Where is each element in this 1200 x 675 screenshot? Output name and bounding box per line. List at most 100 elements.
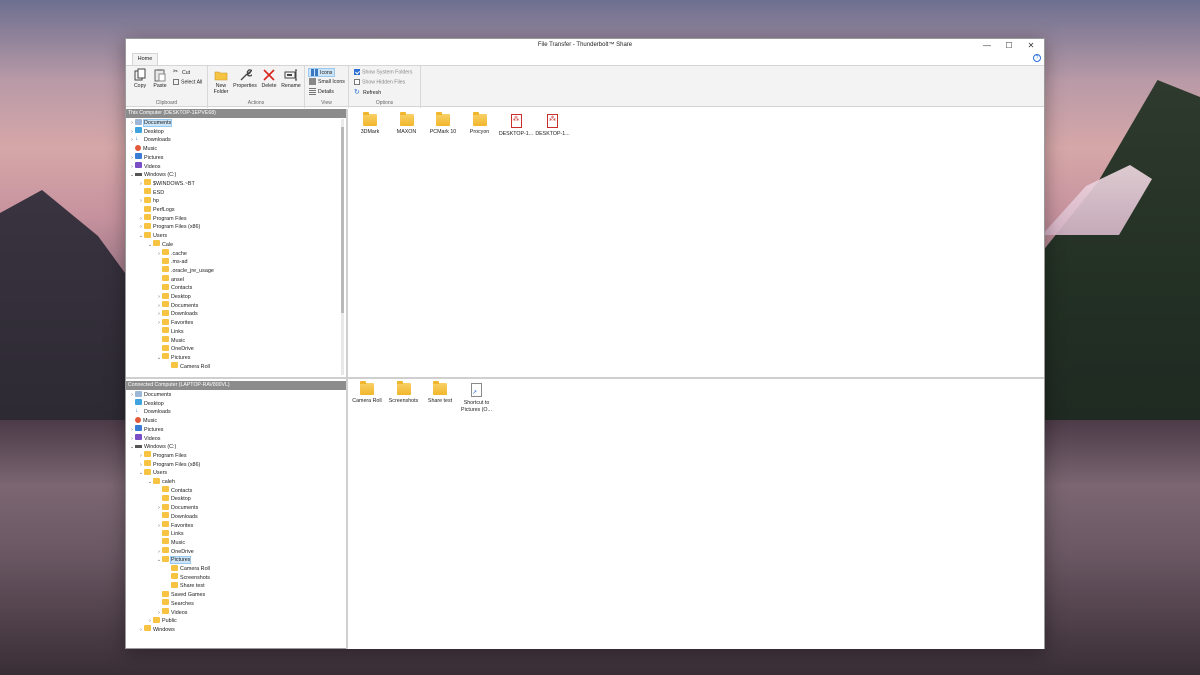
tree-item[interactable]: › Documents — [126, 391, 171, 400]
file-item[interactable]: Shortcut to Pictures (O... — [459, 383, 495, 413]
connected-computer-file-view[interactable]: Camera Roll Screenshots Share test Shortcut… — [348, 379, 1044, 649]
tree-item-label: Videos — [144, 435, 161, 442]
tree-item[interactable]: › .cache — [126, 249, 187, 259]
refresh-button[interactable]: ↻ Refresh — [354, 89, 381, 96]
file-item[interactable]: DESKTOP-1... — [535, 114, 571, 138]
folder-icon — [162, 275, 169, 282]
tree-item[interactable]: ⌄ Windows (C:) — [126, 171, 176, 180]
folder-icon — [162, 521, 169, 528]
tree-item[interactable]: Links — [126, 327, 184, 337]
folder-icon — [162, 538, 169, 545]
tree-item[interactable]: › Pictures — [126, 153, 163, 163]
file-item[interactable]: PCMark 10 — [425, 112, 461, 136]
file-item[interactable]: 3DMark — [352, 112, 388, 136]
tree-item[interactable]: › Windows — [126, 625, 175, 635]
maximize-button[interactable]: ☐ — [998, 40, 1020, 52]
rename-button[interactable]: Rename — [280, 68, 302, 89]
tree-item[interactable]: ⌄ Pictures — [126, 555, 192, 565]
cut-label: Cut — [182, 69, 191, 76]
tree-item[interactable]: › Desktop — [126, 127, 164, 137]
tree-item[interactable]: ansel — [126, 275, 184, 285]
tree-item[interactable]: .oracle_jre_usage — [126, 266, 214, 276]
new-folder-icon — [214, 71, 228, 81]
close-button[interactable]: ✕ — [1020, 40, 1042, 52]
file-item[interactable]: DESKTOP-1... — [498, 114, 534, 138]
tree-item[interactable]: Music — [126, 538, 185, 548]
tree-item[interactable]: › Videos — [126, 162, 160, 172]
tree-item[interactable]: Contacts — [126, 486, 192, 496]
show-system-folders-checkbox[interactable]: Show System Folders — [354, 69, 412, 75]
select-all-button[interactable]: Select All — [173, 79, 202, 85]
help-icon[interactable]: ? — [1033, 54, 1041, 62]
file-item[interactable]: Screenshots — [386, 381, 422, 405]
tree-item[interactable]: › ↓ Downloads — [126, 136, 171, 145]
tree-item[interactable]: Links — [126, 529, 184, 539]
tree-item[interactable]: › Pictures — [126, 425, 163, 435]
cut-button[interactable]: ✂ Cut — [173, 69, 190, 76]
folder-icon — [162, 608, 169, 615]
folder-icon — [396, 381, 411, 395]
minimize-button[interactable]: — — [976, 40, 998, 52]
tree-item[interactable]: .ms-ad — [126, 257, 187, 267]
tree-item[interactable]: › Videos — [126, 434, 161, 444]
tree-item-label: Downloads — [144, 137, 171, 144]
tree-item[interactable]: › Downloads — [126, 309, 198, 319]
copy-button[interactable]: Copy — [131, 68, 149, 89]
properties-button[interactable]: Properties — [232, 68, 258, 89]
folder-icon — [433, 381, 447, 395]
tree-item[interactable]: Desktop — [126, 494, 191, 504]
file-item-label: Camera Roll — [352, 398, 382, 404]
this-computer-tree-scrollbar[interactable] — [341, 119, 344, 375]
tree-item[interactable]: ESD — [126, 188, 164, 198]
tree-item[interactable]: ↓ Downloads — [126, 408, 171, 417]
file-item[interactable]: Camera Roll — [349, 381, 385, 405]
tree-item[interactable]: Searches — [126, 599, 194, 609]
delete-button[interactable]: Delete — [259, 68, 279, 89]
tree-item[interactable]: Share test — [126, 581, 205, 591]
tree-item[interactable]: › Favorites — [126, 318, 194, 328]
tree-item[interactable]: ⌄ Users — [126, 231, 167, 241]
tree-item[interactable]: ⌄ Windows (C:) — [126, 443, 176, 452]
view-small-icons-button[interactable]: Small Icons — [309, 78, 345, 85]
tree-item[interactable]: ⌄ Pictures — [126, 353, 190, 363]
tree-item[interactable]: OneDrive — [126, 344, 194, 354]
tree-item[interactable]: › Program Files (x86) — [126, 222, 200, 232]
tab-home[interactable]: Home — [132, 53, 158, 65]
tree-item[interactable]: › Documents — [126, 119, 173, 128]
tree-item[interactable]: Screenshots — [126, 573, 210, 583]
tree-item[interactable]: › Public — [126, 616, 177, 626]
tree-item[interactable]: › Program Files — [126, 451, 187, 461]
view-details-button[interactable]: Details — [309, 88, 334, 95]
tree-item[interactable]: › $WINDOWS.~BT — [126, 179, 195, 189]
file-item[interactable]: Procyon — [462, 112, 498, 136]
file-item-label: PCMark 10 — [429, 129, 457, 135]
tree-item[interactable]: › Videos — [126, 608, 187, 618]
new-folder-button[interactable]: New Folder — [211, 68, 231, 95]
this-computer-tree[interactable]: › Documents › Desktop › ↓ Downloads Music › Pictu… — [126, 119, 340, 375]
show-hidden-files-checkbox[interactable]: Show Hidden Files — [354, 79, 405, 85]
tree-item-label: Favorites — [171, 320, 194, 327]
view-icons-button[interactable]: Icons — [308, 68, 336, 77]
file-item[interactable]: Share test — [422, 381, 458, 405]
tree-item[interactable]: › hp — [126, 196, 159, 206]
tree-item[interactable]: Music — [126, 336, 185, 346]
tree-item[interactable]: Desktop — [126, 399, 164, 409]
title-bar[interactable]: File Transfer - Thunderbolt™ Share — ☐ ✕ — [126, 39, 1044, 53]
folder-icon — [399, 112, 414, 126]
this-computer-file-view[interactable]: 3DMark MAXON PCMark 10 Procyon DESKTOP-1...D… — [348, 109, 1044, 377]
tree-item[interactable]: ⌄ Users — [126, 468, 167, 478]
tree-item[interactable]: › Favorites — [126, 521, 193, 531]
refresh-icon: ↻ — [354, 89, 360, 96]
tree-item[interactable]: Camera Roll — [126, 362, 210, 372]
connected-computer-tree[interactable]: › Documents Desktop ↓ Downloads Music › Picture… — [126, 391, 344, 647]
tree-item[interactable]: › Desktop — [126, 292, 191, 302]
scroll-thumb[interactable] — [341, 127, 344, 313]
tree-item[interactable]: Camera Roll — [126, 564, 210, 574]
tree-item[interactable]: › Program Files (x86) — [126, 460, 200, 470]
tree-item[interactable]: Contacts — [126, 283, 192, 293]
file-item[interactable]: MAXON — [389, 112, 425, 136]
paste-button[interactable]: Paste — [151, 68, 169, 89]
wallpaper-mountain-right — [1030, 80, 1200, 420]
tree-item[interactable]: › Program Files — [126, 214, 187, 224]
tree-item[interactable]: › OneDrive — [126, 547, 194, 557]
